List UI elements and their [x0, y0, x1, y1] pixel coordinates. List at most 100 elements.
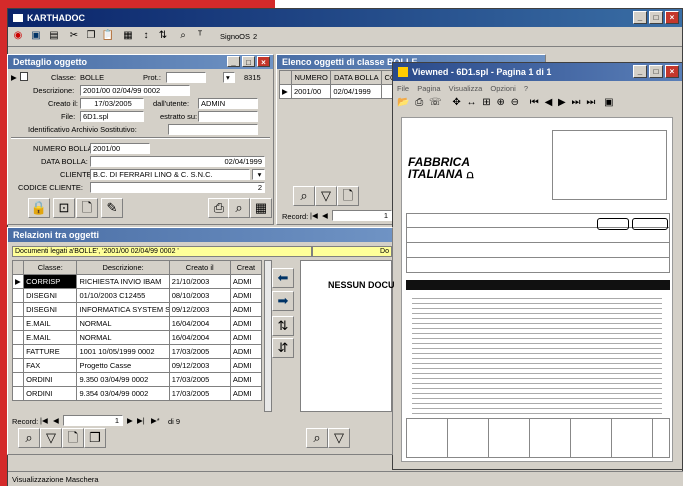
grid-doc-button[interactable]: ▦ [250, 198, 272, 218]
next-page-icon[interactable]: ▶ [558, 97, 566, 108]
table-row[interactable]: FATTURE 1001 10/05/1999 0002 17/03/2005 ADM… [11, 344, 263, 359]
elenco-record-field[interactable]: 1 [332, 210, 392, 221]
table-row[interactable]: ▶ 2001/00 02/04/1999 [279, 84, 399, 99]
filter-button[interactable]: ▽ [315, 186, 337, 206]
data-field[interactable]: 02/04/1999 [90, 156, 265, 167]
print-icon[interactable]: ▤ [46, 29, 62, 44]
col-creato[interactable]: Creato il [168, 260, 231, 275]
display-icon[interactable]: ▣ [604, 97, 613, 108]
minimize-button[interactable]: _ [633, 11, 647, 24]
viewer-maximize-button[interactable]: □ [649, 65, 663, 78]
sort-button[interactable]: ⇵ [272, 338, 294, 358]
viewer-close-button[interactable]: × [665, 65, 679, 78]
save-icon[interactable]: ▣ [28, 29, 44, 44]
relazioni-scrollbar[interactable] [264, 260, 272, 412]
table-row[interactable]: ▶ CORRISP RICHIESTA INVIO IBAM 21/10/2003 AD… [11, 274, 263, 289]
col-data-bolla[interactable]: DATA BOLLA [330, 70, 383, 85]
file-field[interactable]: 6D1.spl [80, 111, 144, 122]
relazioni-search-button[interactable]: ⌕ [18, 428, 40, 448]
creato-field[interactable]: 17/03/2005 [80, 98, 144, 109]
relazioni-prev-icon[interactable]: ◀ [53, 416, 59, 425]
sort-desc-icon[interactable]: ⇅ [155, 29, 171, 44]
menu-visualizza[interactable]: Visualizza [449, 84, 483, 93]
codice-field[interactable]: 2 [90, 182, 265, 193]
actual-size-icon[interactable]: ⊞ [482, 97, 490, 108]
arrow-right-button[interactable]: ➡ [272, 291, 294, 311]
cliente-field[interactable]: B.C. DI FERRARI LINO & C. S.N.C. [90, 169, 250, 180]
zoom-in-icon[interactable]: ⊕ [496, 97, 504, 108]
paste-icon[interactable]: 📋 [100, 29, 116, 44]
grid-icon[interactable]: ▦ [120, 29, 136, 44]
lock-button[interactable]: 🔒 [28, 198, 50, 218]
cliente-dropdown[interactable]: ▾ [252, 169, 265, 180]
col-creat[interactable]: Creat [229, 260, 263, 275]
classe-checkbox[interactable] [20, 72, 28, 81]
move-up-down-button[interactable]: ⇅ [272, 316, 294, 336]
last-page-icon[interactable]: ⏭ [572, 97, 581, 108]
detail-minimize-button[interactable]: _ [227, 56, 240, 67]
relazioni-doc-button[interactable]: 🗋 [62, 428, 84, 448]
maximize-button[interactable]: □ [649, 11, 663, 24]
relazioni-copy-button[interactable]: ❐ [84, 428, 106, 448]
extra-label[interactable]: 2 [253, 32, 257, 41]
new-document-button[interactable]: 🗋 [76, 198, 98, 218]
elenco-first-icon[interactable]: |◀ [310, 211, 318, 220]
utente-field[interactable]: ADMIN [198, 98, 258, 109]
relazioni-first-icon[interactable]: |◀ [40, 416, 48, 425]
zoom-out-icon[interactable]: ⊖ [511, 97, 519, 108]
menu-help[interactable]: ? [524, 84, 528, 93]
table-row[interactable]: E.MAIL NORMAL 16/04/2004 ADMI [11, 330, 263, 345]
prot-dropdown[interactable]: ▾ [223, 72, 235, 83]
nessun-search-button[interactable]: ⌕ [306, 428, 328, 448]
col-numero[interactable]: NUMERO [290, 70, 332, 85]
viewer-print-icon[interactable]: ⎙ [415, 97, 423, 108]
prot-field[interactable] [166, 72, 206, 83]
open-icon[interactable]: 📂 [397, 97, 409, 108]
relazioni-filter-button[interactable]: ▽ [40, 428, 62, 448]
globe-icon[interactable]: ◉ [10, 29, 26, 44]
detail-maximize-button[interactable]: □ [242, 56, 255, 67]
viewer-minimize-button[interactable]: _ [633, 65, 647, 78]
binoculars-icon[interactable]: ⌕ [175, 29, 191, 44]
zoom-doc-button[interactable]: ⌕ [228, 198, 250, 218]
menu-pagina[interactable]: Pagina [417, 84, 440, 93]
archivio-field[interactable] [168, 124, 258, 135]
copy-icon[interactable]: ❐ [83, 29, 99, 44]
relazioni-record-field[interactable]: 1 [63, 415, 123, 426]
arrow-left-button[interactable]: ⬅ [272, 268, 294, 288]
table-row[interactable]: ORDINI 9.354 03/04/99 0002 17/03/2005 ADMI [11, 386, 263, 401]
col-classe[interactable]: Classe: [23, 260, 78, 275]
end-icon[interactable]: ⏭ [586, 97, 595, 108]
nessun-filter-button[interactable]: ▽ [328, 428, 350, 448]
fit-icon[interactable]: ✥ [452, 97, 460, 108]
scan-button[interactable]: ✎ [101, 198, 123, 218]
numero-field[interactable]: 2001/00 [90, 143, 150, 154]
table-row[interactable]: E.MAIL NORMAL 16/04/2004 ADMI [11, 316, 263, 331]
descrizione-field[interactable]: 2001/00 02/04/99 0002 [80, 85, 190, 96]
relazioni-new-icon[interactable]: ▶* [151, 416, 160, 425]
sort-asc-icon[interactable]: ↕ [138, 29, 154, 44]
prev-page-icon[interactable]: ◀ [545, 97, 553, 108]
table-row[interactable]: ORDINI 9.350 03/04/99 0002 17/03/2005 ADMI [11, 372, 263, 387]
fax-icon[interactable]: ☏ [429, 97, 442, 108]
search-button[interactable]: ⌕ [293, 186, 315, 206]
estratto-field[interactable] [198, 111, 258, 122]
close-button[interactable]: × [665, 11, 679, 24]
filter-icon[interactable]: ᵀ [192, 29, 208, 44]
menu-file[interactable]: File [397, 84, 409, 93]
doc-button[interactable]: 🗋 [337, 186, 359, 206]
cut-icon[interactable]: ✂ [66, 29, 82, 44]
table-row[interactable]: FAX Progetto Casse 09/12/2003 ADMI [11, 358, 263, 373]
menu-opzioni[interactable]: Opzioni [490, 84, 515, 93]
relazioni-next-icon[interactable]: ▶ [127, 416, 133, 425]
col-descrizione[interactable]: Descrizione: [76, 260, 170, 275]
table-row[interactable]: DISEGNI INFORMATICA SYSTEM S.P 09/12/2003 A… [11, 302, 263, 317]
user-label[interactable]: SignoOS [220, 32, 250, 41]
print-preview-button[interactable]: ⎙ [208, 198, 230, 218]
table-row[interactable]: DISEGNI 01/10/2003 C12455 08/10/2003 ADMI [11, 288, 263, 303]
attach-button[interactable]: ⊡ [53, 198, 75, 218]
first-page-icon[interactable]: ⏮ [530, 97, 539, 108]
relazioni-last-icon[interactable]: ▶| [137, 416, 145, 425]
elenco-prev-icon[interactable]: ◀ [322, 211, 328, 220]
detail-close-button[interactable]: × [257, 56, 270, 67]
